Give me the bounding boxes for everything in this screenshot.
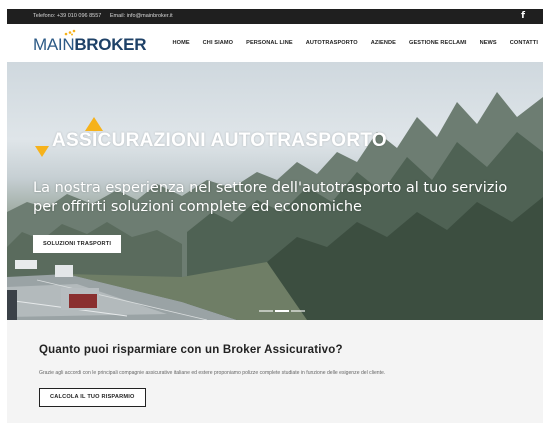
nav-item-news[interactable]: NEWS (480, 40, 497, 46)
nav-item-aziende[interactable]: AZIENDE (371, 40, 396, 46)
nav-item-autotrasporto[interactable]: AUTOTRASPORTO (306, 40, 358, 46)
nav-item-chi-siamo[interactable]: CHI SIAMO (203, 40, 233, 46)
slider-pagination (259, 310, 307, 312)
savings-text: Grazie agli accordi con le principali co… (39, 370, 386, 376)
calcola-risparmio-button[interactable]: CALCOLA IL TUO RISPARMIO (39, 388, 146, 407)
savings-section: Quanto puoi risparmiare con un Broker As… (7, 320, 543, 423)
main-nav: HOME CHI SIAMO PERSONAL LINE AUTOTRASPOR… (159, 40, 538, 46)
logo[interactable]: MAINBROKER (33, 29, 147, 54)
hero-subtitle: La nostra esperienza nel settore dell'au… (33, 180, 508, 215)
facebook-icon[interactable]: f (521, 11, 525, 21)
header: MAINBROKER HOME CHI SIAMO PERSONAL LINE … (7, 24, 543, 62)
email-link[interactable]: Email: info@mainbroker.it (110, 13, 173, 19)
logo-broker-text: BROKER (74, 35, 147, 54)
nav-item-home[interactable]: HOME (172, 40, 189, 46)
nav-item-gestione-reclami[interactable]: GESTIONE RECLAMI (409, 40, 467, 46)
slider-dot-active[interactable] (275, 310, 289, 312)
phone-text: Telefono: +39 010 096 8557 (33, 13, 102, 19)
contact-info: Telefono: +39 010 096 8557 Email: info@m… (33, 13, 180, 19)
hero-slider: ASSICURAZIONI AUTOTRASPORTO La nostra es… (7, 62, 543, 320)
savings-heading: Quanto puoi risparmiare con un Broker As… (39, 344, 343, 356)
logo-dots-icon (64, 29, 76, 36)
nav-item-contatti[interactable]: CONTATTI (510, 40, 538, 46)
top-bar: Telefono: +39 010 096 8557 Email: info@m… (7, 9, 543, 24)
slider-dot[interactable] (259, 310, 273, 312)
hero-title: ASSICURAZIONI AUTOTRASPORTO (52, 130, 387, 151)
nav-item-personal-line[interactable]: PERSONAL LINE (246, 40, 293, 46)
page: Telefono: +39 010 096 8557 Email: info@m… (0, 0, 543, 423)
accent-triangle-up-icon (85, 117, 103, 131)
slider-dot[interactable] (291, 310, 305, 312)
logo-main-text: MAIN (33, 35, 75, 54)
soluzioni-trasporti-button[interactable]: SOLUZIONI TRASPORTI (33, 235, 122, 253)
accent-triangle-down-icon (35, 146, 49, 157)
